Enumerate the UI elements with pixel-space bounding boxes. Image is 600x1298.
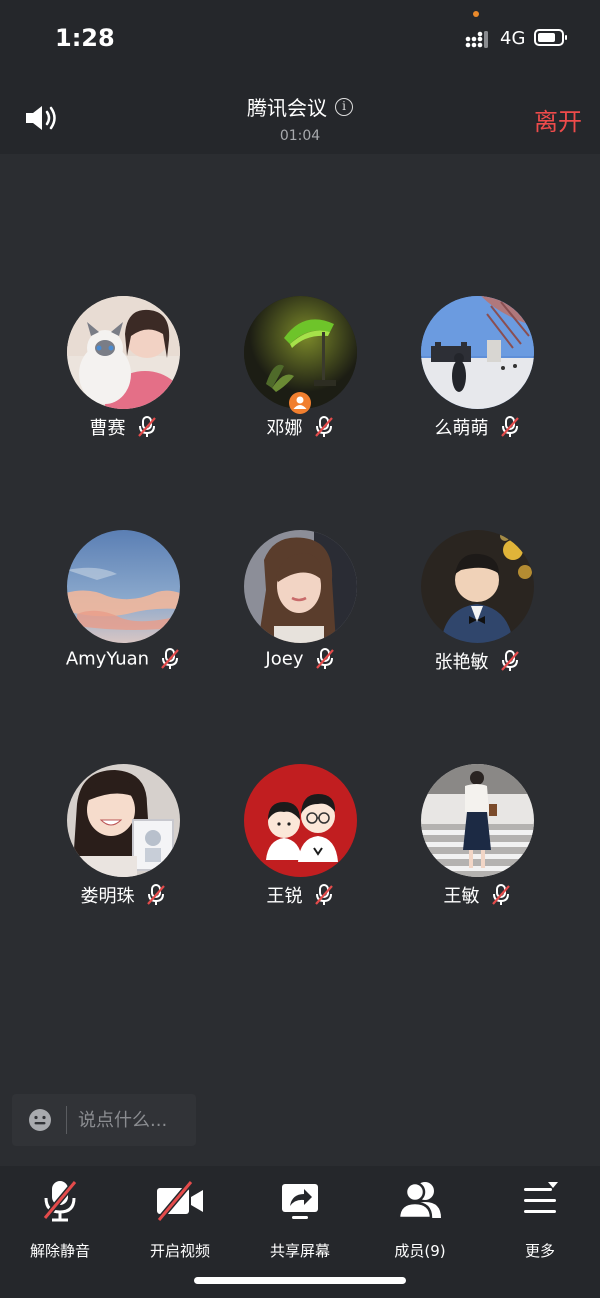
host-badge-icon xyxy=(289,392,311,414)
avatar xyxy=(421,764,534,877)
participant-tile[interactable]: 娄明珠 xyxy=(34,764,212,914)
meeting-title[interactable]: 腾讯会议 xyxy=(247,92,327,121)
mic-muted-icon xyxy=(161,648,180,669)
share-screen-label: 共享屏幕 xyxy=(269,1242,330,1260)
participant-tile[interactable]: 么萌萌 xyxy=(388,296,566,446)
participant-name: 王敏 xyxy=(443,886,480,907)
emoji-icon[interactable] xyxy=(28,1108,52,1132)
participant-name: 娄明珠 xyxy=(80,886,135,907)
meeting-timer: 01:04 xyxy=(279,128,321,144)
mic-muted-icon xyxy=(491,884,510,905)
more-button[interactable]: 更多 xyxy=(480,1178,600,1268)
mic-muted-icon xyxy=(500,650,519,671)
chat-input[interactable] xyxy=(78,1094,193,1146)
participant-tile[interactable]: 曹赛 xyxy=(34,296,212,446)
members-label: 成员(9) xyxy=(394,1242,446,1260)
participant-tile[interactable]: 王锐 xyxy=(211,764,389,914)
leave-button[interactable]: 离开 xyxy=(534,102,582,137)
start-video-button[interactable]: 开启视频 xyxy=(120,1178,240,1268)
participant-name: 么萌萌 xyxy=(434,418,489,439)
mic-muted-icon xyxy=(314,884,333,905)
participant-tile[interactable]: 邓娜 xyxy=(211,296,389,446)
members-icon xyxy=(397,1181,441,1220)
network-type: 4G xyxy=(500,28,526,49)
mic-off-icon xyxy=(42,1180,78,1222)
share-screen-button[interactable]: 共享屏幕 xyxy=(240,1178,360,1268)
cellular-signal-icon xyxy=(465,31,488,48)
unmute-label: 解除静音 xyxy=(29,1242,90,1260)
avatar xyxy=(421,296,534,409)
mic-muted-icon xyxy=(500,416,519,437)
info-icon[interactable]: i xyxy=(335,97,353,116)
mic-muted-icon xyxy=(314,416,333,437)
share-screen-icon xyxy=(282,1184,318,1219)
chat-divider xyxy=(66,1106,67,1134)
start-video-label: 开启视频 xyxy=(149,1242,210,1260)
mic-muted-icon xyxy=(315,648,334,669)
battery-icon xyxy=(534,29,567,46)
status-bar: 1:28 4G xyxy=(0,0,600,78)
avatar xyxy=(67,530,180,643)
participant-name: 曹赛 xyxy=(89,418,126,439)
avatar xyxy=(421,530,534,643)
more-menu-icon xyxy=(524,1182,558,1213)
participant-tile[interactable]: 王敏 xyxy=(388,764,566,914)
privacy-indicator-dot xyxy=(473,11,479,17)
more-label: 更多 xyxy=(524,1242,555,1260)
participant-name: 王锐 xyxy=(266,886,303,907)
avatar xyxy=(67,764,180,877)
meeting-header: 腾讯会议 i 01:04 离开 xyxy=(0,78,600,154)
participant-name: AmyYuan xyxy=(65,648,150,670)
chat-box[interactable] xyxy=(12,1094,196,1146)
participant-tile[interactable]: 张艳敏 xyxy=(388,530,566,680)
participant-name: 张艳敏 xyxy=(434,652,489,673)
avatar xyxy=(244,530,357,643)
participant-tile[interactable]: Joey xyxy=(211,530,389,680)
participant-tile[interactable]: AmyYuan xyxy=(34,530,212,680)
participant-name: Joey xyxy=(265,648,304,670)
video-off-icon xyxy=(156,1180,203,1222)
home-indicator[interactable] xyxy=(194,1277,406,1284)
avatar xyxy=(67,296,180,409)
unmute-button[interactable]: 解除静音 xyxy=(0,1178,120,1268)
participant-name: 邓娜 xyxy=(266,418,303,439)
status-time: 1:28 xyxy=(55,24,115,52)
mic-muted-icon xyxy=(137,416,156,437)
mic-muted-icon xyxy=(146,884,165,905)
members-button[interactable]: 成员(9) xyxy=(360,1178,480,1268)
avatar xyxy=(244,764,357,877)
